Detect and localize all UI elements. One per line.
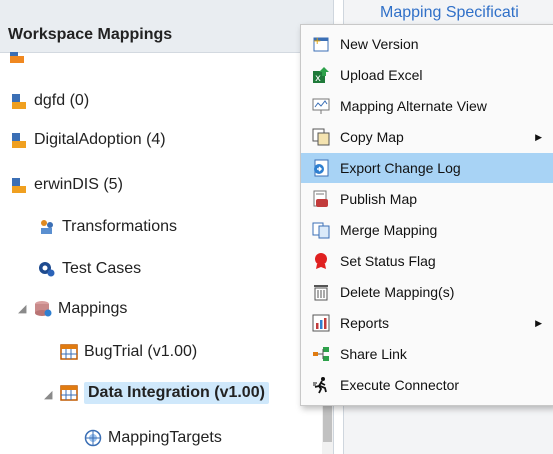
status-flag-icon [312,252,330,270]
tree-item-data-integration[interactable]: Data Integration (v1.00) [60,380,269,406]
tree-item-label: Transformations [62,218,177,235]
menu-item-set-status-flag[interactable]: Set Status Flag [301,246,553,276]
upload-excel-icon: x [312,66,330,84]
target-icon [84,429,102,447]
menu-item-execute-connector[interactable]: Execute Connector [301,370,553,400]
mapping-spec-tab[interactable]: Mapping Specificati [380,4,519,22]
alternate-view-icon [312,97,330,115]
export-change-log-icon [312,159,330,177]
merge-mapping-icon [312,221,330,239]
trash-icon [312,283,330,301]
tree-item-label: MappingTargets [108,429,222,446]
menu-item-new-version[interactable]: + New Version [301,29,553,59]
menu-item-delete-mapping[interactable]: Delete Mapping(s) [301,277,553,307]
mappings-icon [34,300,52,318]
publish-map-icon [312,190,330,208]
collapse-arrow-icon[interactable]: ◢ [44,388,52,401]
tree-item-label: BugTrial (v1.00) [84,343,198,360]
tree-item-erwindis[interactable]: erwinDIS (5) [10,172,123,198]
mapping-table-icon [60,384,78,402]
project-icon [10,92,28,110]
tree-item-label: erwinDIS (5) [34,176,123,193]
project-icon [8,52,26,64]
menu-item-upload-excel[interactable]: x Upload Excel [301,60,553,90]
tree-item-hidden [8,52,32,66]
context-menu: + New Version x Upload Excel Mapping Alt… [300,24,553,406]
tree-item-mappingtargets[interactable]: MappingTargets [84,425,222,451]
tree-item-digitaladoption[interactable]: DigitalAdoption (4) [10,127,166,153]
tree-item-label: Test Cases [62,260,142,277]
share-link-icon [312,345,330,363]
project-icon [10,176,28,194]
panel-header: Workspace Mappings [0,0,333,53]
tree-item-label: DigitalAdoption (4) [34,131,166,148]
tree-item-dgfd[interactable]: dgfd (0) [10,88,89,114]
submenu-arrow-icon: ▶ [535,317,542,328]
new-version-icon: + [312,35,330,53]
tree-item-test-cases[interactable]: Test Cases [38,256,141,282]
tree-item-mappings[interactable]: Mappings [34,296,127,322]
copy-map-icon [312,128,330,146]
transformations-icon [38,218,56,236]
menu-item-reports[interactable]: Reports ▶ [301,308,553,338]
tree-item-label: Mappings [58,300,128,317]
mapping-table-icon [60,343,78,361]
menu-item-publish-map[interactable]: Publish Map [301,184,553,214]
gear-icon [38,260,56,278]
panel-title: Workspace Mappings [8,26,173,43]
menu-item-alternate-view[interactable]: Mapping Alternate View [301,91,553,121]
tree-item-transformations[interactable]: Transformations [38,214,177,240]
menu-item-export-change-log[interactable]: Export Change Log [301,153,553,183]
menu-item-copy-map[interactable]: Copy Map ▶ [301,122,553,152]
tree-item-label: dgfd (0) [34,92,90,109]
menu-item-merge-mapping[interactable]: Merge Mapping [301,215,553,245]
reports-icon [312,314,330,332]
project-icon [10,131,28,149]
collapse-arrow-icon[interactable]: ◢ [18,302,26,315]
submenu-arrow-icon: ▶ [535,131,542,142]
execute-connector-icon [312,376,330,394]
svg-text:+: + [313,36,321,47]
tree-item-bugtrial[interactable]: BugTrial (v1.00) [60,339,197,365]
menu-item-share-link[interactable]: Share Link [301,339,553,369]
workspace-mappings-panel: Workspace Mappings dgfd (0) DigitalAdopt… [0,0,334,454]
tree-item-label: Data Integration (v1.00) [84,382,269,404]
svg-text:x: x [315,73,321,84]
